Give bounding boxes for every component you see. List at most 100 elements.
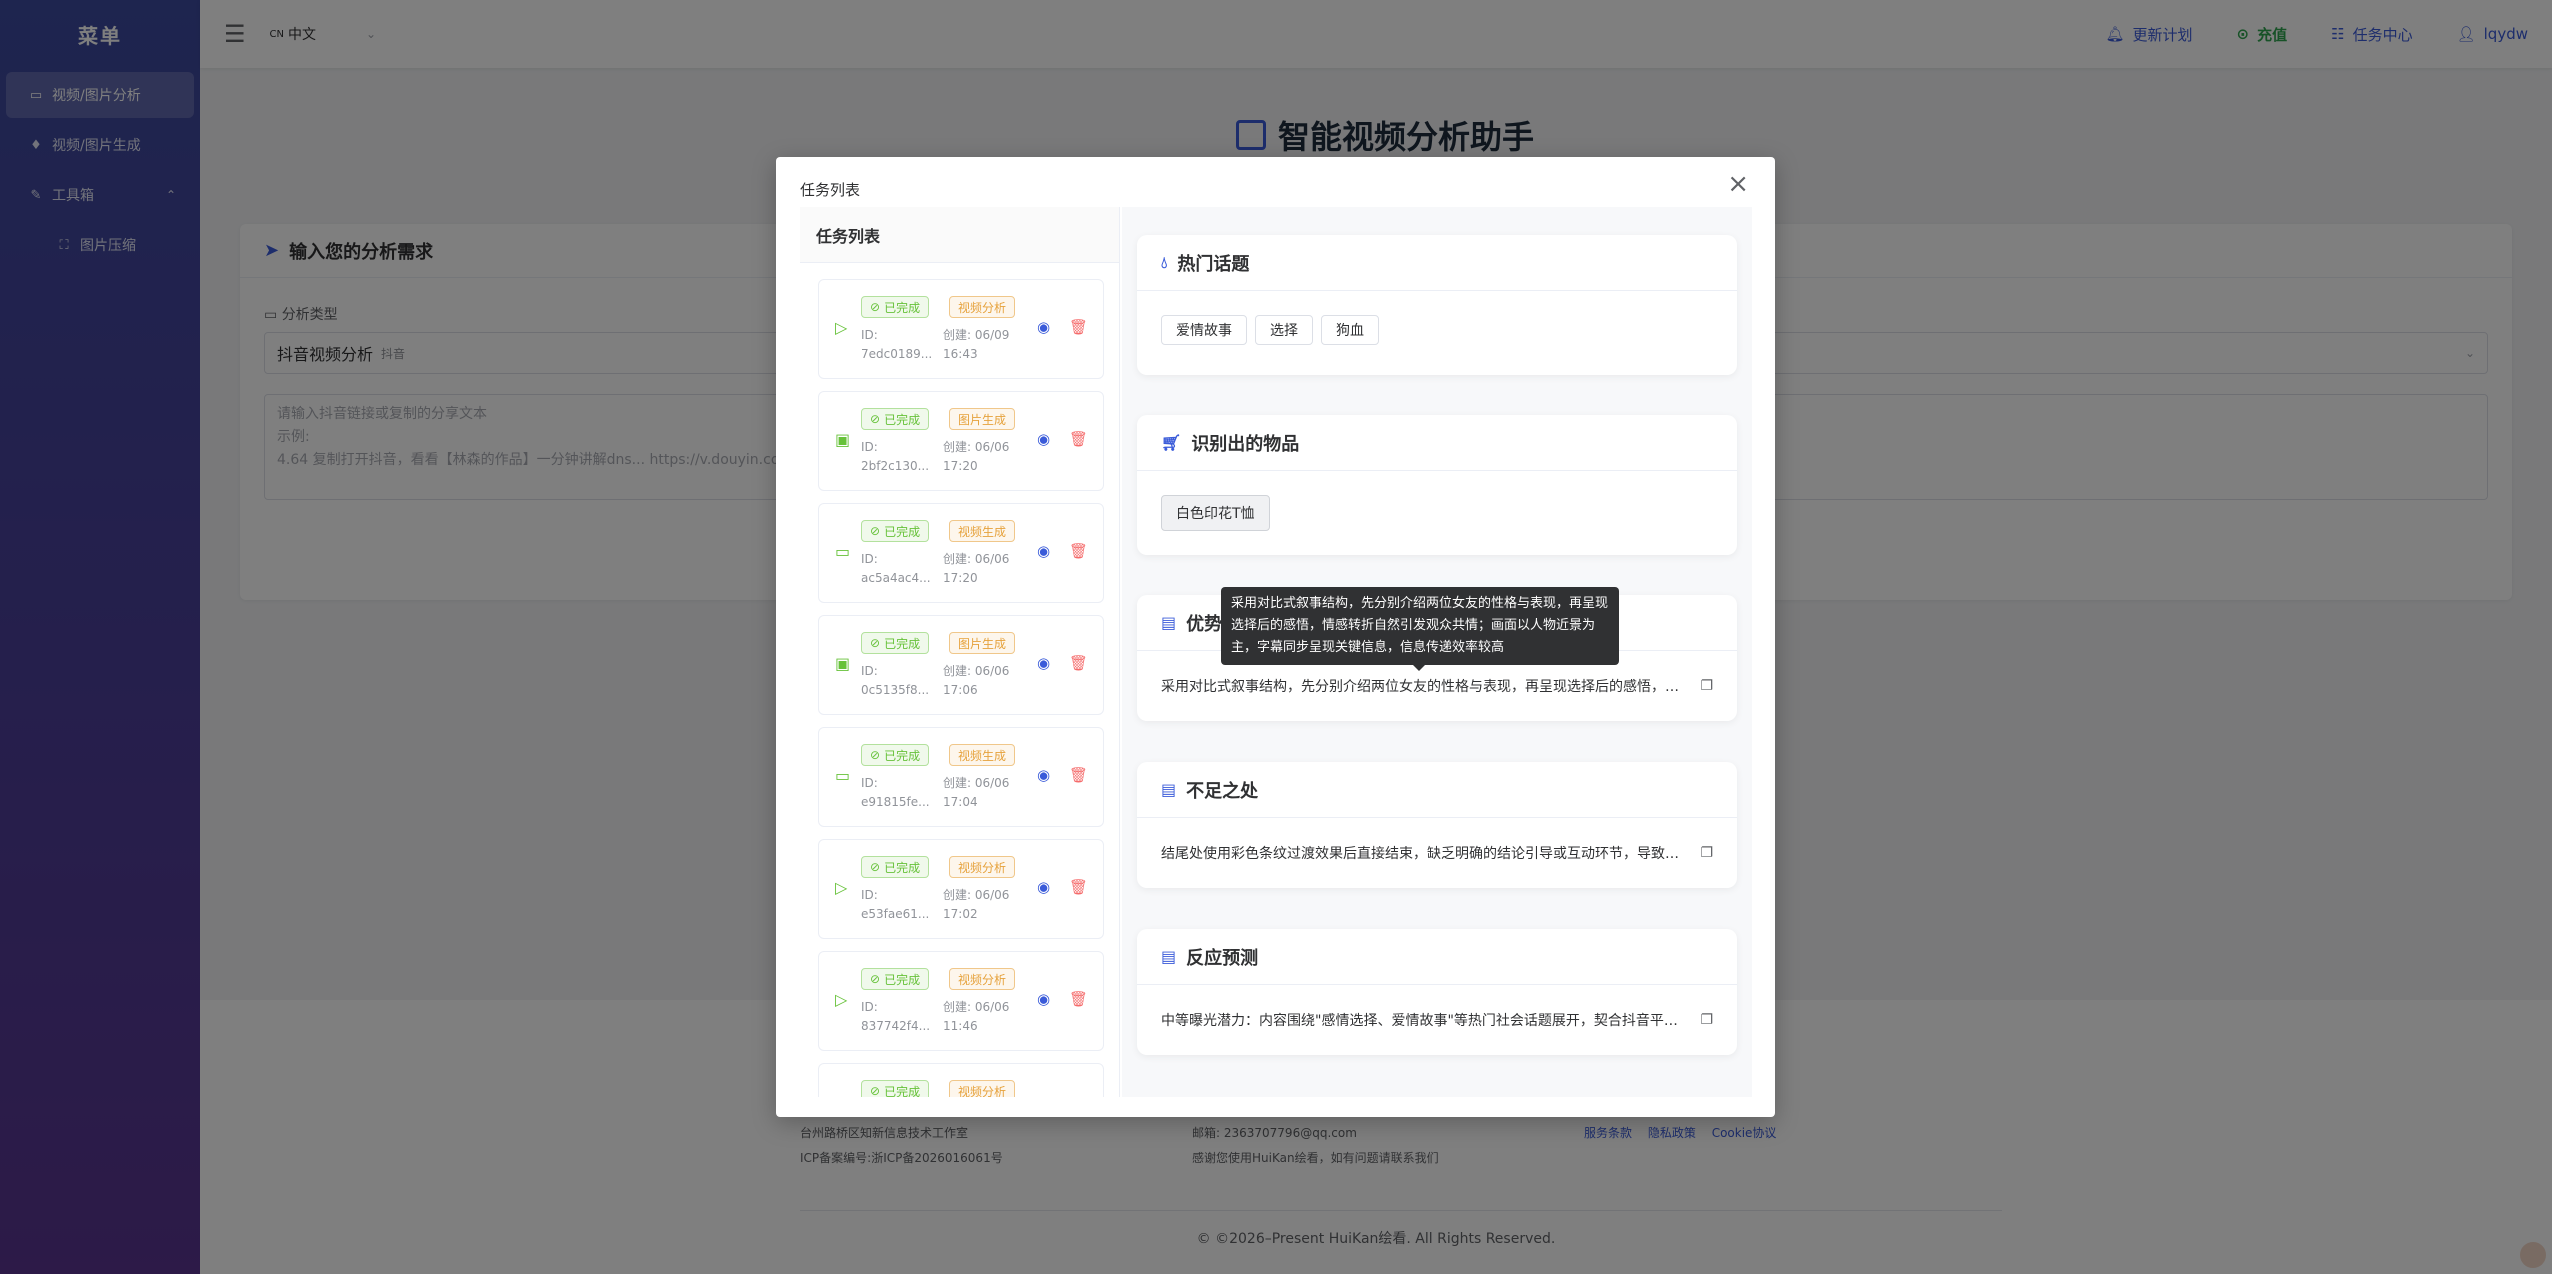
type-badge: 图片生成 bbox=[949, 408, 1016, 430]
id-value: e53fae61... bbox=[861, 907, 930, 921]
type-badge: 视频分析 bbox=[949, 1080, 1016, 1097]
strengths-text: 采用对比式叙事结构，先分别介绍两位女友的性格与表现，再呈现选择后的感悟，情感转折… bbox=[1161, 679, 1685, 695]
video-camera-icon: ▭ bbox=[835, 542, 851, 561]
copy-icon[interactable]: ❐ bbox=[1700, 678, 1713, 694]
check-circle-icon: ⊘ bbox=[870, 412, 881, 426]
task-card[interactable]: ▷ ⊘ 已完成 视频分析 ID: e53fae61... 创建: 06/06 17:02 ◉ 🗑︎ bbox=[818, 839, 1104, 939]
status-text: 已完成 bbox=[884, 300, 921, 315]
id-value: 2bf2c130... bbox=[861, 459, 930, 473]
status-text: 已完成 bbox=[884, 1084, 921, 1098]
task-card[interactable]: ▣ ⊘ 已完成 图片生成 ID: 0c5135f8... 创建: 06/06 17:06 ◉ 🗑︎ bbox=[818, 615, 1104, 715]
task-created: 创建: 06/06 17:06 bbox=[943, 662, 1009, 700]
created-time: 17:20 bbox=[943, 571, 978, 585]
weaknesses-section: ▤ 不足之处 结尾处使用彩色条纹过渡效果后直接结束，缺乏明确的结论引导或互动环节… bbox=[1137, 762, 1737, 888]
id-value: 7edc0189... bbox=[861, 347, 933, 361]
eye-icon[interactable]: ◉ bbox=[1037, 318, 1050, 336]
image-icon: ▣ bbox=[835, 654, 851, 673]
eye-icon[interactable]: ◉ bbox=[1037, 878, 1050, 896]
id-label: ID: bbox=[861, 664, 878, 678]
status-text: 已完成 bbox=[884, 636, 921, 651]
task-card[interactable]: ▷ ⊘ 已完成 视频分析 ID: 837742f4... 创建: 06/06 11:46 ◉ 🗑︎ bbox=[818, 951, 1104, 1051]
created-label: 创建: 06/06 bbox=[943, 776, 1010, 790]
created-label: 创建: 06/06 bbox=[943, 552, 1010, 566]
task-created: 创建: 06/06 17:20 bbox=[943, 438, 1009, 476]
task-created: 创建: 06/06 17:02 bbox=[943, 886, 1009, 924]
type-badge: 图片生成 bbox=[949, 632, 1016, 654]
created-label: 创建: 06/06 bbox=[943, 664, 1010, 678]
task-card[interactable]: ▭ ⊘ 已完成 视频生成 ID: e91815fe... 创建: 06/06 17:04 ◉ 🗑︎ bbox=[818, 727, 1104, 827]
play-circle-icon: ▷ bbox=[835, 878, 848, 897]
close-icon[interactable]: × bbox=[1727, 171, 1749, 197]
task-card[interactable]: ▷⊘已完成视频分析◉🗑︎ bbox=[818, 1063, 1104, 1097]
task-card[interactable]: ▷ ⊘ 已完成 视频分析 ID: 7edc0189... 创建: 06/09 16:43 ◉ 🗑︎ bbox=[818, 279, 1104, 379]
check-circle-icon: ⊘ bbox=[870, 972, 881, 986]
eye-icon[interactable]: ◉ bbox=[1037, 430, 1050, 448]
document-icon: ▤ bbox=[1161, 780, 1177, 799]
video-camera-icon: ▭ bbox=[835, 766, 851, 785]
id-value: 837742f4... bbox=[861, 1019, 931, 1033]
type-badge: 视频生成 bbox=[949, 744, 1016, 766]
item-tag: 白色印花T恤 bbox=[1161, 495, 1270, 531]
status-text: 已完成 bbox=[884, 412, 921, 427]
fire-icon: 💧︎ bbox=[1161, 252, 1168, 272]
topic-tag: 爱情故事 bbox=[1161, 315, 1247, 345]
task-list-header: 任务列表 bbox=[800, 207, 1119, 263]
trash-icon[interactable]: 🗑︎ bbox=[1069, 318, 1088, 336]
trash-icon[interactable]: 🗑︎ bbox=[1069, 990, 1088, 1008]
check-circle-icon: ⊘ bbox=[870, 636, 881, 650]
trash-icon[interactable]: 🗑︎ bbox=[1069, 654, 1088, 672]
section-title: 识别出的物品 bbox=[1191, 433, 1300, 455]
status-badge: ⊘ 已完成 bbox=[861, 408, 930, 430]
eye-icon[interactable]: ◉ bbox=[1037, 542, 1050, 560]
task-id: ID: e91815fe... bbox=[861, 774, 930, 812]
trash-icon[interactable]: 🗑︎ bbox=[1069, 766, 1088, 784]
copy-icon[interactable]: ❐ bbox=[1700, 845, 1713, 861]
created-label: 创建: 06/06 bbox=[943, 440, 1010, 454]
task-list-panel: 任务列表 ▷ ⊘ 已完成 视频分析 ID: 7edc0189... 创建: 06/09 16:… bbox=[800, 207, 1120, 1097]
trash-icon[interactable]: 🗑︎ bbox=[1069, 430, 1088, 448]
id-value: ac5a4ac4... bbox=[861, 571, 931, 585]
status-badge: ⊘ 已完成 bbox=[861, 632, 930, 654]
section-header: 🛒︎ 识别出的物品 bbox=[1137, 415, 1737, 471]
status-badge: ⊘ 已完成 bbox=[861, 296, 930, 318]
status-badge: ⊘ 已完成 bbox=[861, 856, 930, 878]
section-title: 不足之处 bbox=[1186, 780, 1259, 802]
id-label: ID: bbox=[861, 552, 878, 566]
identified-items-section: 🛒︎ 识别出的物品 白色印花T恤 bbox=[1137, 415, 1737, 555]
hot-topics-section: 💧︎ 热门话题 爱情故事 选择 狗血 bbox=[1137, 235, 1737, 375]
copy-icon[interactable]: ❐ bbox=[1700, 1012, 1713, 1028]
topic-tag: 选择 bbox=[1255, 315, 1313, 345]
eye-icon[interactable]: ◉ bbox=[1037, 654, 1050, 672]
eye-icon[interactable]: ◉ bbox=[1037, 766, 1050, 784]
id-value: e91815fe... bbox=[861, 795, 930, 809]
trash-icon[interactable]: 🗑︎ bbox=[1069, 878, 1088, 896]
status-badge: ⊘ 已完成 bbox=[861, 744, 930, 766]
created-time: 17:02 bbox=[943, 907, 978, 921]
check-circle-icon: ⊘ bbox=[870, 300, 881, 314]
type-badge: 视频生成 bbox=[949, 520, 1016, 542]
section-header: 💧︎ 热门话题 bbox=[1137, 235, 1737, 291]
created-time: 17:20 bbox=[943, 459, 978, 473]
type-badge: 视频分析 bbox=[949, 968, 1016, 990]
task-card[interactable]: ▣ ⊘ 已完成 图片生成 ID: 2bf2c130... 创建: 06/06 17:20 ◉ 🗑︎ bbox=[818, 391, 1104, 491]
status-badge: ⊘ 已完成 bbox=[861, 1080, 930, 1098]
trash-icon[interactable]: 🗑︎ bbox=[1069, 542, 1088, 560]
status-badge: ⊘ 已完成 bbox=[861, 520, 930, 542]
eye-icon[interactable]: ◉ bbox=[1037, 990, 1050, 1008]
prediction-text: 中等曝光潜力：内容围绕"感情选择、爱情故事"等热门社会话题展开，契合抖音平台用户… bbox=[1161, 1013, 1685, 1029]
created-time: 11:46 bbox=[943, 1019, 978, 1033]
cart-icon: 🛒︎ bbox=[1161, 433, 1182, 452]
task-id: ID: ac5a4ac4... bbox=[861, 550, 931, 588]
section-content: 结尾处使用彩色条纹过渡效果后直接结束，缺乏明确的结论引导或互动环节，导致观众情绪… bbox=[1137, 818, 1737, 888]
task-card[interactable]: ▭ ⊘ 已完成 视频生成 ID: ac5a4ac4... 创建: 06/06 17:20 ◉ 🗑︎ bbox=[818, 503, 1104, 603]
id-label: ID: bbox=[861, 1000, 878, 1014]
type-badge: 视频分析 bbox=[949, 296, 1016, 318]
status-text: 已完成 bbox=[884, 748, 921, 763]
section-title: 反应预测 bbox=[1186, 947, 1259, 969]
prediction-section: ▤ 反应预测 中等曝光潜力：内容围绕"感情选择、爱情故事"等热门社会话题展开，契… bbox=[1137, 929, 1737, 1055]
image-icon: ▣ bbox=[835, 430, 851, 449]
type-badge: 视频分析 bbox=[949, 856, 1016, 878]
created-time: 16:43 bbox=[943, 347, 978, 361]
check-circle-icon: ⊘ bbox=[870, 524, 881, 538]
created-label: 创建: 06/06 bbox=[943, 888, 1010, 902]
